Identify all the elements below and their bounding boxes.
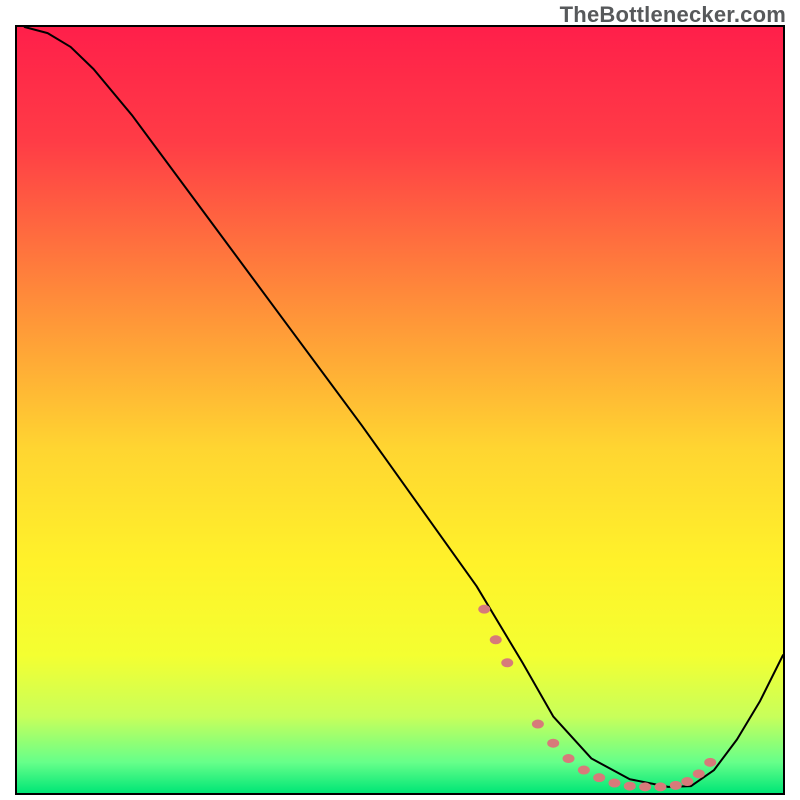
optimum-marker bbox=[490, 635, 502, 644]
optimum-marker bbox=[704, 758, 716, 767]
optimum-marker bbox=[681, 777, 693, 786]
optimum-marker bbox=[654, 782, 666, 791]
optimum-marker bbox=[639, 782, 651, 791]
chart-svg bbox=[17, 27, 783, 793]
optimum-marker bbox=[501, 658, 513, 667]
optimum-marker bbox=[624, 782, 636, 791]
optimum-marker bbox=[693, 769, 705, 778]
optimum-marker bbox=[608, 779, 620, 788]
optimum-marker bbox=[670, 781, 682, 790]
optimum-marker bbox=[593, 773, 605, 782]
optimum-marker bbox=[478, 605, 490, 614]
optimum-marker bbox=[563, 754, 575, 763]
optimum-marker bbox=[578, 766, 590, 775]
optimum-marker bbox=[547, 739, 559, 748]
chart-background bbox=[17, 27, 783, 793]
optimum-marker bbox=[532, 720, 544, 729]
